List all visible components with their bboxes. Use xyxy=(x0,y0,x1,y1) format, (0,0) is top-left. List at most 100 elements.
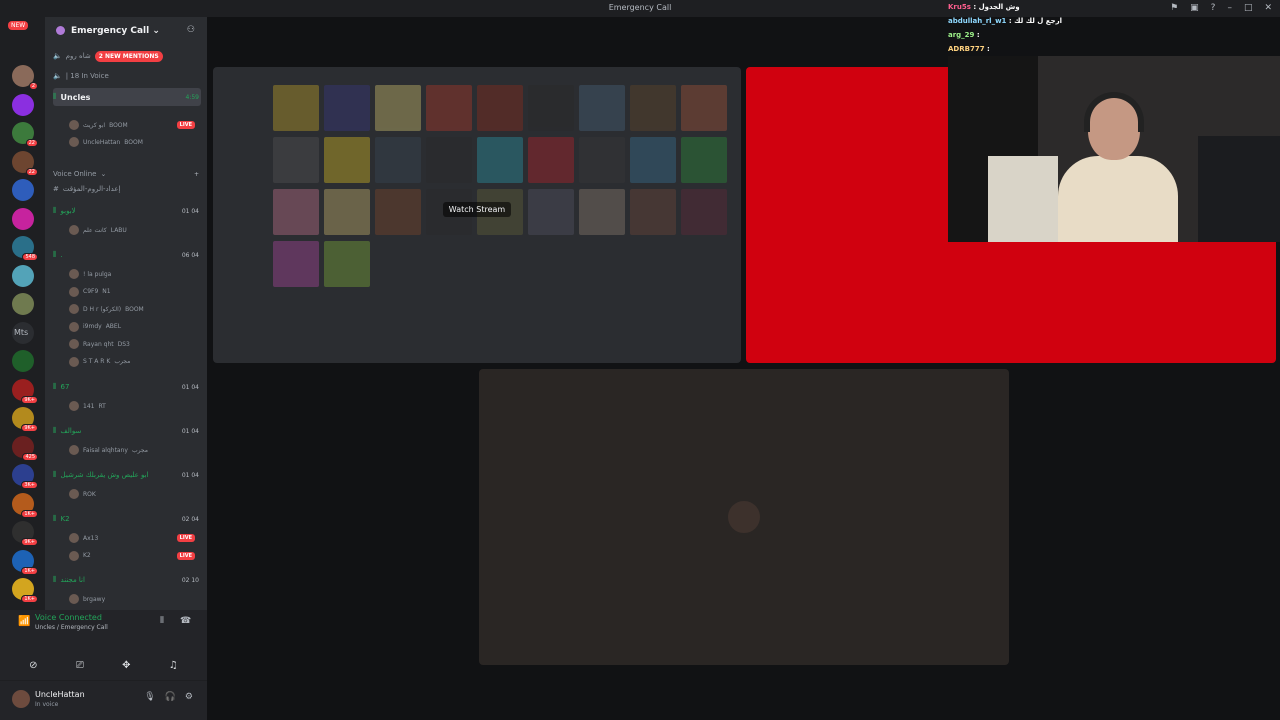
in-voice-row: 🔈 | 18 In Voice xyxy=(53,72,109,80)
game-cover xyxy=(324,137,370,183)
user-name: i9mdy xyxy=(83,323,102,330)
server-icon[interactable]: 9K+ xyxy=(12,378,38,404)
screen-share-icon[interactable]: ⎚ xyxy=(76,660,84,671)
game-cover xyxy=(273,137,319,183)
voice-channel[interactable]: ⦀ K2 02 04 xyxy=(53,512,201,526)
server-icon[interactable] xyxy=(12,350,34,372)
avatar xyxy=(69,269,79,279)
server-label: Mts xyxy=(14,327,29,337)
avatar xyxy=(69,594,79,604)
chat-text: ارجع ل لك لك xyxy=(1014,17,1063,25)
voice-icon: ⦀ xyxy=(53,470,57,479)
voice-channel[interactable]: ⦀. 06 04 xyxy=(53,248,201,262)
game-cover xyxy=(324,85,370,131)
server-icon[interactable]: 9K+ xyxy=(12,521,38,546)
voice-user[interactable]: ابو كريث BOOM LIVE xyxy=(69,118,199,132)
voice-channel[interactable]: ⦀ ابو عليص وش يقربلك شرشيل 01 04 xyxy=(53,468,201,482)
invite-icon[interactable]: ⚇ xyxy=(187,25,195,35)
game-cover xyxy=(273,241,319,287)
server-icon[interactable]: 1K+ xyxy=(12,492,38,518)
noise-suppression-icon[interactable]: ⦀ xyxy=(160,616,164,626)
category-voice-online[interactable]: Voice Online ⌄ + xyxy=(53,167,201,181)
close-icon[interactable]: ✕ xyxy=(1264,3,1272,13)
mic-icon[interactable]: 🎙 xyxy=(144,692,155,702)
guild-header[interactable]: Emergency Call ⌄ ⚇ xyxy=(45,17,207,45)
user-name: D H r (الكركو) xyxy=(83,305,122,313)
voice-path[interactable]: Uncles / Emergency Call xyxy=(35,624,108,631)
server-icon[interactable]: Mts xyxy=(12,321,34,344)
user-panel: UncleHattan In voice 🎙 🎧 ⚙ xyxy=(0,680,207,720)
server-icon[interactable]: 3K+ xyxy=(12,464,38,489)
channel-top[interactable]: 🔈 شاه روم 2 NEW MENTIONS xyxy=(53,49,201,63)
game-cover xyxy=(477,85,523,131)
game-cover xyxy=(273,85,319,131)
server-icon[interactable] xyxy=(12,93,34,116)
new-badge: NEW xyxy=(8,21,29,30)
text-channel[interactable]: # إعداد-الروم-المؤقت xyxy=(53,182,201,196)
participant-tile[interactable] xyxy=(479,369,1009,665)
user-name: Faisal alqhtany xyxy=(83,446,128,454)
server-icon[interactable] xyxy=(12,293,34,315)
headphones-icon[interactable]: 🎧 xyxy=(165,692,176,702)
channel-count: 01 04 xyxy=(181,207,199,215)
voice-user[interactable]: C9F9 N1 xyxy=(69,285,199,299)
mentions-badge[interactable]: 2 NEW MENTIONS xyxy=(94,50,163,62)
game-cover xyxy=(375,85,421,131)
voice-channel[interactable]: ⦀ لابوبو 01 04 xyxy=(53,204,201,218)
activities-icon[interactable]: ✥ xyxy=(122,660,130,671)
voice-user[interactable]: S T A R K مجرب xyxy=(69,355,199,369)
voice-channel[interactable]: ⦀ انا مجنند 02 10 xyxy=(53,573,201,587)
server-icon[interactable]: 1K+ xyxy=(12,549,38,575)
add-channel-icon[interactable]: + xyxy=(194,171,199,178)
maximize-icon[interactable]: □ xyxy=(1244,3,1253,13)
channel-uncles[interactable]: ⦀ Uncles 4:59 xyxy=(53,88,201,106)
chat-message: Kru5s : وش الجدول xyxy=(948,3,1020,11)
voice-user[interactable]: UncleHattan BOOM xyxy=(69,135,199,149)
soundboard-icon[interactable]: ♫ xyxy=(169,660,178,671)
voice-user[interactable]: Rayan qht DS3 xyxy=(69,337,199,351)
server-icon[interactable]: 1K+ xyxy=(12,578,38,603)
voice-user[interactable]: كانت علم LABU xyxy=(69,223,199,237)
avatar[interactable] xyxy=(12,690,30,708)
chat-user: arg_29 xyxy=(948,31,975,39)
server-icon[interactable]: 2 xyxy=(12,65,38,90)
voice-user[interactable]: ROK xyxy=(69,487,199,501)
server-badge: 9K+ xyxy=(21,395,38,404)
avatar xyxy=(69,225,79,235)
voice-user[interactable]: ! la pulga xyxy=(69,267,199,281)
voice-user[interactable]: D H r (الكركو) BOOM xyxy=(69,302,199,316)
help-icon[interactable]: ? xyxy=(1211,3,1216,13)
voice-user[interactable]: brgawy xyxy=(69,592,199,606)
voice-user[interactable]: Ax13 LIVE xyxy=(69,531,199,545)
voice-user[interactable]: i9mdy ABEL xyxy=(69,320,199,334)
camera-off-icon[interactable]: ⊘ xyxy=(29,660,37,671)
watch-stream-button[interactable]: Watch Stream xyxy=(442,202,512,217)
voice-channel[interactable]: ⦀ سوالف 01 04 xyxy=(53,424,201,438)
user-name: C9F9 xyxy=(83,288,99,295)
voice-channel[interactable]: ⦀ 67 01 04 xyxy=(53,380,201,394)
inbox-icon[interactable]: ⚑ xyxy=(1170,3,1178,13)
server-icon[interactable]: 425 xyxy=(12,435,38,461)
disconnect-icon[interactable]: ☎ xyxy=(180,616,191,626)
voice-user[interactable]: K2 LIVE xyxy=(69,549,199,563)
avatar xyxy=(69,445,79,455)
server-icon[interactable]: 548 xyxy=(12,236,38,261)
screen-icon[interactable]: ▣ xyxy=(1190,3,1199,13)
voice-status[interactable]: Voice Connected xyxy=(35,613,102,622)
server-icon[interactable]: 9K+ xyxy=(12,407,38,432)
server-badge: 548 xyxy=(22,253,38,261)
stream-tile[interactable]: Watch Stream xyxy=(213,67,741,363)
shelf xyxy=(988,156,1058,242)
voice-user[interactable]: Faisal alqhtany مجرب xyxy=(69,443,199,457)
server-icon[interactable] xyxy=(12,264,34,287)
server-icon[interactable]: 22 xyxy=(12,122,38,147)
server-icon[interactable]: 22 xyxy=(12,150,38,176)
settings-icon[interactable]: ⚙ xyxy=(185,692,193,702)
server-icon[interactable] xyxy=(12,179,34,201)
server-icon[interactable] xyxy=(12,207,34,230)
minimize-icon[interactable]: – xyxy=(1227,3,1232,13)
chat-user: Kru5s xyxy=(948,3,971,11)
voice-connected-panel: 📶 Voice Connected Uncles / Emergency Cal… xyxy=(0,610,207,650)
voice-user[interactable]: 141 RT xyxy=(69,399,199,413)
chat-text: وش الجدول xyxy=(978,3,1020,11)
